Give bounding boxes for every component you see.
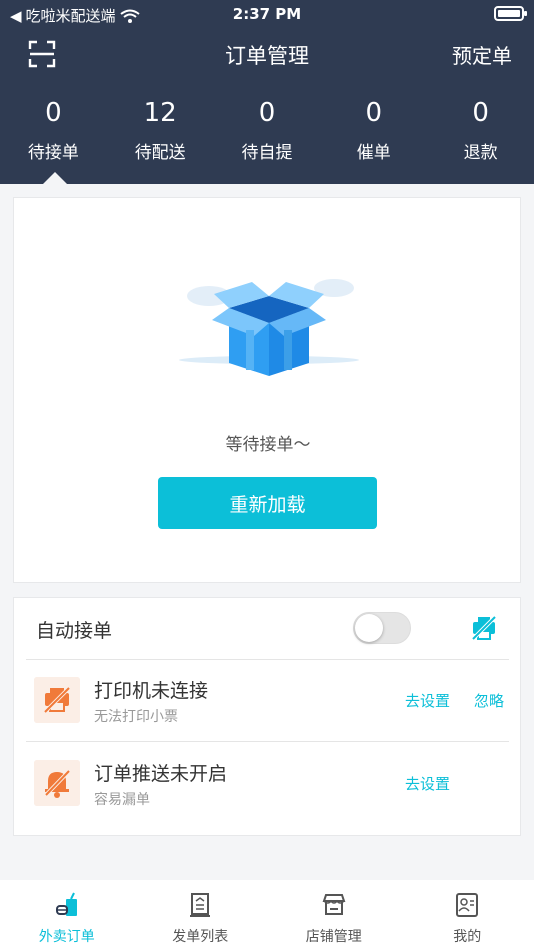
auto-accept-label: 自动接单 bbox=[36, 620, 113, 642]
order-list-icon bbox=[190, 893, 211, 917]
alert-subtitle: 容易漏单 bbox=[94, 792, 150, 808]
tab-label: 店铺管理 bbox=[305, 929, 362, 945]
push-settings-link[interactable]: 去设置 bbox=[405, 773, 450, 794]
tab-order-list[interactable]: 发单列表 bbox=[134, 880, 268, 950]
stat-urge[interactable]: 0 催单 bbox=[320, 96, 427, 163]
auto-accept-row: 自动接单 bbox=[26, 598, 509, 660]
alert-title: 打印机未连接 bbox=[94, 680, 209, 702]
status-bar: ◀ 吃啦米配送端 2:37 PM bbox=[0, 0, 534, 30]
stat-label: 待配送 bbox=[134, 143, 186, 163]
settings-card: 自动接单 打印机未连接 无法打印小票 去设置 忽略 订单推送未开启 容易漏单 去… bbox=[13, 597, 521, 836]
stat-label: 催单 bbox=[356, 143, 391, 163]
stat-value: 0 bbox=[472, 98, 489, 128]
auto-accept-toggle[interactable] bbox=[353, 612, 411, 644]
stat-pending-accept[interactable]: 0 待接单 bbox=[0, 96, 107, 163]
tab-store-management[interactable]: 店铺管理 bbox=[267, 880, 401, 950]
stat-label: 待接单 bbox=[27, 143, 79, 163]
stat-label: 待自提 bbox=[241, 143, 293, 163]
profile-icon bbox=[456, 893, 479, 917]
active-stat-pointer bbox=[43, 172, 67, 184]
tab-label: 我的 bbox=[453, 929, 482, 945]
top-header: ◀ 吃啦米配送端 2:37 PM 订单管理 预定单 0 待接单 12 待配送 0… bbox=[0, 0, 534, 184]
reserve-orders-button[interactable]: 预定单 bbox=[452, 40, 512, 69]
tab-label: 外卖订单 bbox=[38, 929, 95, 945]
stat-label: 退款 bbox=[463, 143, 498, 163]
stat-value: 0 bbox=[45, 98, 62, 128]
printer-alert-row: 打印机未连接 无法打印小票 去设置 忽略 bbox=[26, 660, 509, 742]
store-icon bbox=[322, 894, 346, 915]
battery-icon bbox=[494, 6, 527, 21]
printer-disconnected-icon bbox=[34, 677, 80, 723]
printer-settings-icon[interactable] bbox=[470, 614, 498, 642]
order-stats: 0 待接单 12 待配送 0 待自提 0 催单 0 退款 bbox=[0, 96, 534, 163]
printer-ignore-link[interactable]: 忽略 bbox=[474, 690, 504, 711]
tab-mine[interactable]: 我的 bbox=[401, 880, 534, 950]
stat-value: 12 bbox=[143, 98, 177, 128]
push-alert-row: 订单推送未开启 容易漏单 去设置 bbox=[26, 743, 509, 825]
stat-value: 0 bbox=[258, 98, 276, 128]
notification-off-icon bbox=[34, 760, 80, 806]
nav-bar: 订单管理 预定单 bbox=[0, 30, 534, 80]
printer-settings-link[interactable]: 去设置 bbox=[405, 690, 450, 711]
stat-refund[interactable]: 0 退款 bbox=[427, 96, 534, 163]
tab-takeout-orders[interactable]: 外卖订单 bbox=[0, 880, 134, 950]
empty-box-illustration bbox=[179, 279, 359, 376]
stat-value: 0 bbox=[365, 98, 383, 128]
status-time: 2:37 PM bbox=[232, 5, 302, 23]
alert-title: 订单推送未开启 bbox=[94, 763, 228, 785]
empty-state-card: 等待接单～ 重新加载 bbox=[13, 197, 521, 583]
stat-pending-pickup[interactable]: 0 待自提 bbox=[214, 96, 321, 163]
empty-message: 等待接单～ bbox=[225, 435, 311, 455]
tab-label: 发单列表 bbox=[172, 929, 229, 945]
alert-subtitle: 无法打印小票 bbox=[94, 709, 178, 725]
reload-button[interactable]: 重新加载 bbox=[158, 477, 377, 529]
tab-bar: 外卖订单 发单列表 店铺管理 我的 bbox=[0, 880, 534, 950]
stat-pending-delivery[interactable]: 12 待配送 bbox=[107, 96, 214, 163]
takeout-icon bbox=[55, 892, 77, 916]
